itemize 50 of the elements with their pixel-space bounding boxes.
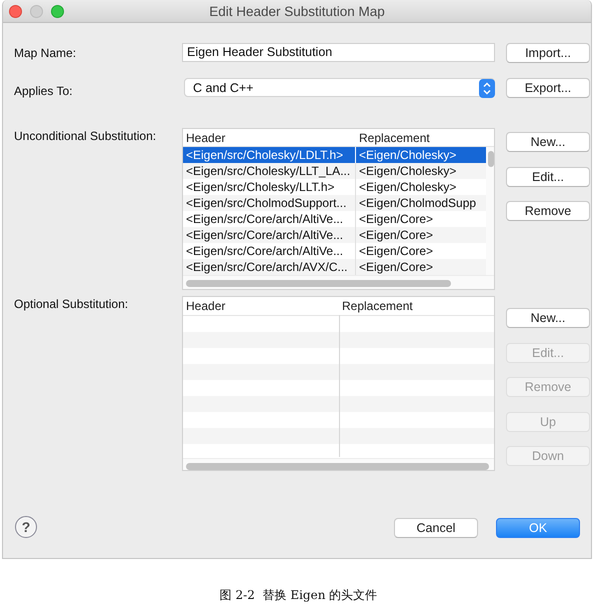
- table-row[interactable]: <Eigen/src/Cholesky/LDLT.h> <Eigen/Cholesky>: [183, 147, 486, 163]
- minimize-icon[interactable]: [30, 5, 43, 18]
- table-cell: <Eigen/src/Core/arch/AltiVe...: [183, 243, 356, 259]
- table-row[interactable]: <Eigen/src/CholmodSupport... <Eigen/CholmodSupp: [183, 195, 486, 211]
- table-cell-text: <Eigen/CholmodSupp: [358, 195, 478, 211]
- table-cell-text: <Eigen/Core>: [358, 259, 434, 275]
- column-header[interactable]: Header: [183, 129, 356, 146]
- table-cell-text: <Eigen/Core>: [358, 227, 434, 243]
- table-cell-text: <Eigen/Core>: [358, 243, 434, 259]
- close-icon[interactable]: [9, 5, 22, 18]
- dialog-button[interactable]: New...: [506, 132, 590, 152]
- table-cell: <Eigen/src/Cholesky/LLT_LA...: [183, 163, 356, 179]
- table-cell-text: <Eigen/Core>: [358, 211, 434, 227]
- scrollbar-thumb[interactable]: [186, 280, 451, 287]
- field-label: Map Name:: [14, 46, 76, 62]
- text-field[interactable]: Eigen Header Substitution: [182, 43, 495, 62]
- table-cell-text: <Eigen/Cholesky>: [358, 179, 458, 195]
- scrollbar-thumb[interactable]: [186, 463, 489, 470]
- table-cell: <Eigen/src/Core/arch/AltiVe...: [183, 211, 356, 227]
- column-header[interactable]: Replacement: [356, 129, 486, 146]
- section-label: Optional Substitution:: [14, 297, 128, 313]
- table-row[interactable]: <Eigen/src/Core/arch/AltiVe... <Eigen/Core>: [183, 243, 486, 259]
- column-header[interactable]: Header: [183, 297, 339, 315]
- dialog-button[interactable]: Import...: [506, 43, 590, 63]
- section-label: Unconditional Substitution:: [14, 129, 156, 145]
- field-label: Applies To:: [14, 84, 72, 98]
- table-row[interactable]: <Eigen/src/Cholesky/LLT_LA... <Eigen/Cholesky>: [183, 163, 486, 179]
- table-cell: <Eigen/src/Cholesky/LLT.h>: [183, 179, 356, 195]
- table-cell: <Eigen/src/CholmodSupport...: [183, 195, 356, 211]
- dialog-button[interactable]: Edit...: [506, 166, 590, 186]
- dialog-button[interactable]: Cancel: [394, 518, 478, 538]
- dialog-button[interactable]: Export...: [506, 78, 590, 98]
- table-cell: <Eigen/src/Cholesky/LDLT.h>: [183, 147, 356, 163]
- help-button[interactable]: ?: [15, 516, 37, 538]
- table-row[interactable]: <Eigen/src/Core/arch/AltiVe... <Eigen/Core>: [183, 211, 486, 227]
- zoom-icon[interactable]: [51, 5, 64, 18]
- scrollbar-thumb[interactable]: [488, 151, 494, 167]
- stepper-icon: [479, 78, 495, 98]
- table-row[interactable]: <Eigen/src/Core/arch/AltiVe... <Eigen/Core>: [183, 227, 486, 243]
- column-header[interactable]: Replacement: [339, 297, 494, 315]
- dialog-button[interactable]: New...: [506, 308, 590, 328]
- dropdown-value: C and C++: [193, 81, 254, 95]
- window-title: Edit Header Substitution Map: [209, 4, 385, 18]
- dropdown[interactable]: C and C++: [184, 78, 495, 97]
- figure-caption: 图 2-2 替换 Eigen 的头文件: [220, 587, 378, 604]
- table-cell-text: <Eigen/Cholesky>: [358, 147, 458, 163]
- table-cell: <Eigen/src/Core/arch/AltiVe...: [183, 227, 356, 243]
- dialog-button[interactable]: Remove: [506, 201, 590, 221]
- table-cell-text: <Eigen/Cholesky>: [358, 163, 458, 179]
- table-row[interactable]: <Eigen/src/Cholesky/LLT.h> <Eigen/Cholesky>: [183, 179, 486, 195]
